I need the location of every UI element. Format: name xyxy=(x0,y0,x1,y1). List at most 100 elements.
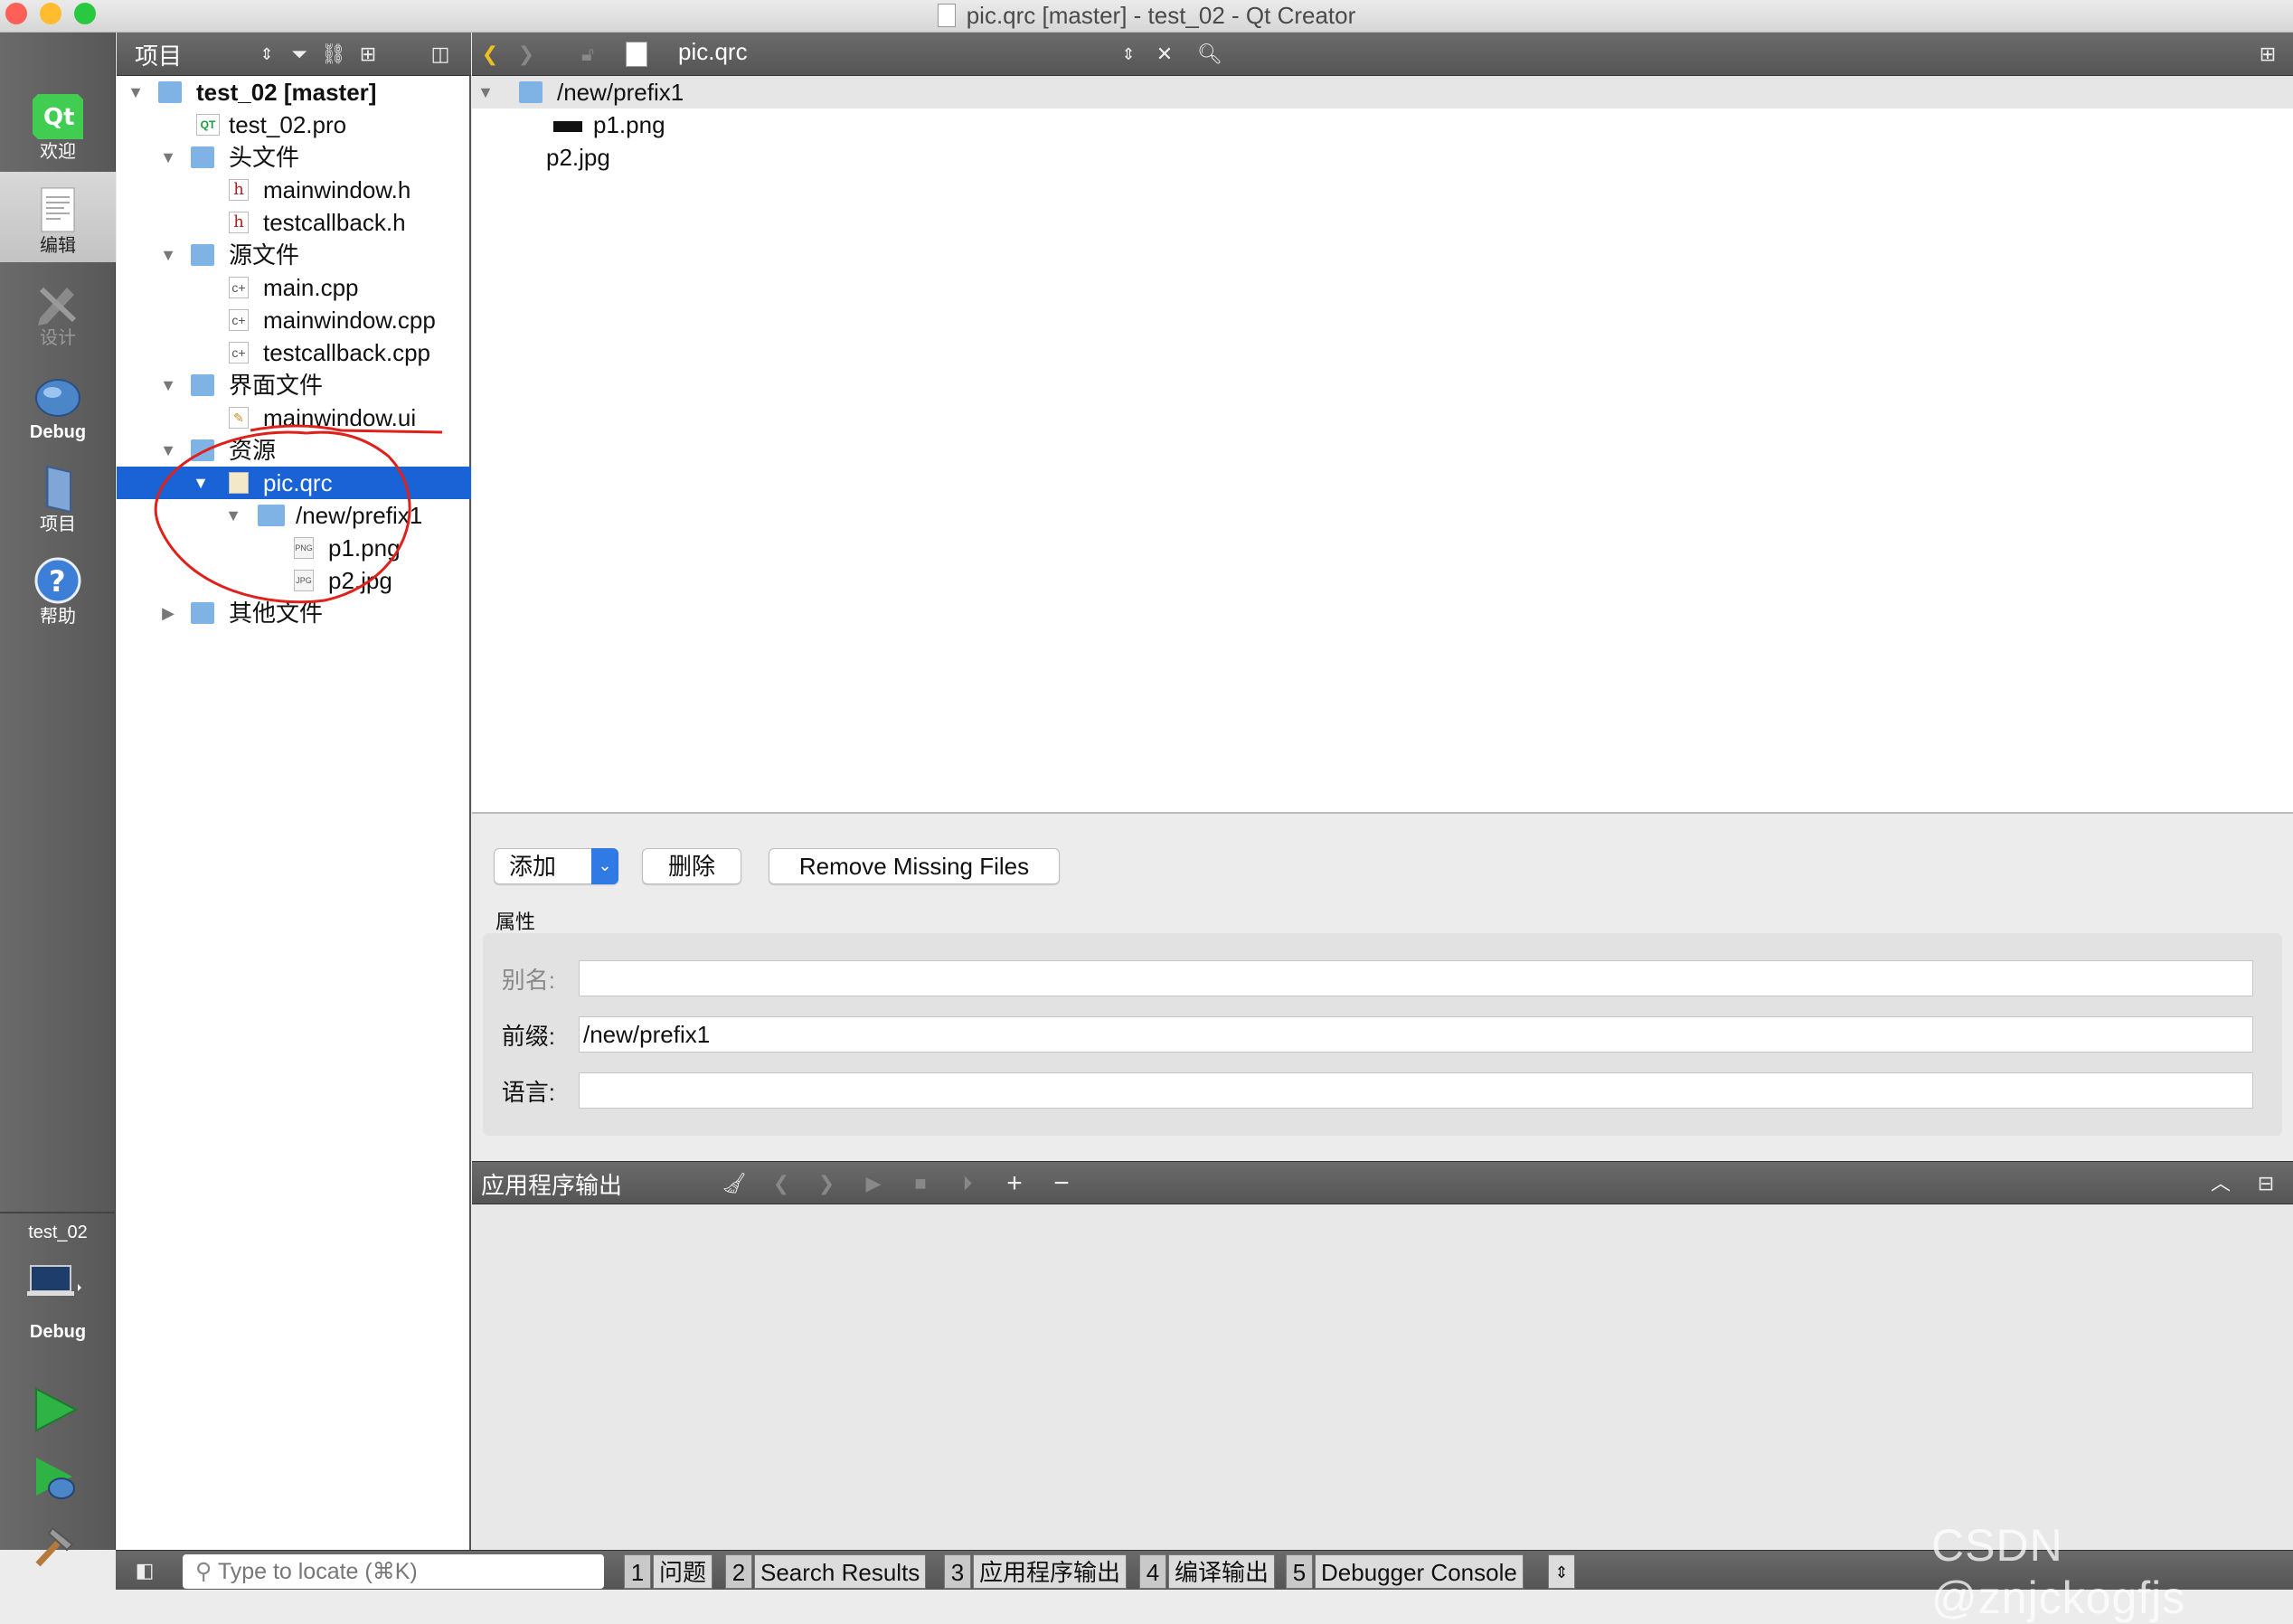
search-icon[interactable]: 🔍︎ xyxy=(1195,40,1224,69)
language-field[interactable] xyxy=(579,1072,2253,1109)
mode-label: 项目 xyxy=(40,515,76,534)
resource-file-row[interactable]: p2.jpg xyxy=(472,141,826,174)
minimize-window-button[interactable] xyxy=(40,3,61,24)
expand-arrow-icon[interactable]: ▼ xyxy=(476,76,495,109)
kit-build-label: Debug xyxy=(29,1322,87,1342)
laptop-icon xyxy=(27,1265,81,1296)
alias-field[interactable] xyxy=(579,960,2253,996)
window-title: pic.qrc [master] - test_02 - Qt Creator xyxy=(966,2,1356,29)
png-thumbnail-icon xyxy=(553,121,582,132)
clear-output-icon[interactable]: 🧹︎ xyxy=(720,1169,749,1198)
remove-button[interactable]: 删除 xyxy=(642,848,741,884)
add-button-label: 添加 xyxy=(509,853,557,880)
output-tab-compile-output[interactable]: 4 编译输出 xyxy=(1139,1554,1276,1589)
panel-selector[interactable]: 项目 xyxy=(135,38,182,71)
back-arrow-icon[interactable]: ❮ xyxy=(476,40,505,69)
output-pane-body xyxy=(472,1204,2293,1550)
project-book-icon xyxy=(45,465,71,514)
search-icon: ⚲ xyxy=(195,1559,212,1584)
mode-welcome[interactable]: Qt 欢迎 xyxy=(0,78,116,168)
up-down-chevron-icon[interactable]: ⇕ xyxy=(252,40,281,69)
mode-help[interactable]: ? 帮助 xyxy=(0,543,116,633)
help-icon: ? xyxy=(34,557,81,604)
debug-bug-icon xyxy=(35,379,80,417)
more-tabs-chevron-icon[interactable]: ⇕ xyxy=(1548,1554,1575,1589)
resource-prefix-row[interactable]: ▼ /new/prefix1 xyxy=(472,76,2293,109)
tab-label: 应用程序输出 xyxy=(973,1554,1128,1589)
mode-label: Debug xyxy=(29,422,87,442)
mode-projects[interactable]: 项目 xyxy=(0,450,116,541)
resource-tree-label: /new/prefix1 xyxy=(557,79,684,106)
close-window-button[interactable] xyxy=(5,3,27,24)
debug-run-button[interactable] xyxy=(31,1454,80,1503)
forward-arrow-icon[interactable]: ❯ xyxy=(512,40,541,69)
output-pane-header: 应用程序输出 🧹︎ ❮ ❯ ▶ ■ ⏵ + − ︿ ⊟ xyxy=(472,1161,2293,1204)
project-panel-header: 项目 ⇕ ⏷ ⛓ ⊞ ◫ xyxy=(117,33,471,76)
tab-number: 2 xyxy=(725,1554,752,1589)
resource-properties-pane: 添加 ⌄ 删除 Remove Missing Files 属性 别名: 前缀: … xyxy=(472,814,2293,1163)
chevron-down-icon[interactable]: ⌄ xyxy=(591,848,618,884)
mode-edit[interactable]: 编辑 xyxy=(0,172,116,262)
output-tab-debugger-console[interactable]: 5 Debugger Console xyxy=(1286,1554,1524,1589)
mode-label: 欢迎 xyxy=(40,142,76,162)
lock-icon: 🔓︎ xyxy=(580,42,595,65)
design-pencil-icon xyxy=(38,287,77,326)
filter-icon[interactable]: ⏷ xyxy=(285,40,314,69)
tab-label: 问题 xyxy=(653,1554,713,1589)
properties-title: 属性 xyxy=(495,911,536,933)
debug-run-icon xyxy=(36,1458,75,1499)
split-add-icon[interactable]: ⊞ xyxy=(354,40,382,69)
mode-bar: Qt 欢迎 编辑 设计 Debug 项目 ? 帮助 test_02 Debug xyxy=(0,33,116,1567)
locator-input[interactable]: ⚲ Type to locate (⌘K) xyxy=(183,1554,604,1589)
tab-label: 编译输出 xyxy=(1168,1554,1276,1589)
mode-debug[interactable]: Debug xyxy=(0,358,116,448)
resource-tree-label: p2.jpg xyxy=(546,144,610,171)
tab-number: 5 xyxy=(1286,1554,1313,1589)
rerun-icon[interactable]: ▶ xyxy=(859,1169,888,1198)
tab-label: Debugger Console xyxy=(1315,1554,1524,1589)
tab-number: 4 xyxy=(1139,1554,1166,1589)
next-item-icon[interactable]: ❯ xyxy=(812,1169,841,1198)
remove-missing-files-button[interactable]: Remove Missing Files xyxy=(769,848,1060,884)
prefix-field[interactable]: /new/prefix1 xyxy=(579,1016,2253,1053)
close-sidebar-icon[interactable]: ◫ xyxy=(426,40,455,69)
mode-design[interactable]: 设计 xyxy=(0,264,116,354)
attach-debugger-icon[interactable]: ⏵ xyxy=(953,1169,982,1198)
output-tab-issues[interactable]: 1 问题 xyxy=(624,1554,713,1589)
tab-number: 1 xyxy=(624,1554,651,1589)
previous-item-icon[interactable]: ❮ xyxy=(767,1169,796,1198)
prefix-folder-icon xyxy=(519,81,543,103)
output-tab-search-results[interactable]: 2 Search Results xyxy=(725,1554,927,1589)
resource-editor-tree: ▼ /new/prefix1 p1.png p2.jpg xyxy=(472,76,2293,814)
split-editor-icon[interactable]: ⊞ xyxy=(2253,40,2282,69)
locator-placeholder: Type to locate (⌘K) xyxy=(217,1559,418,1584)
kit-selector[interactable] xyxy=(27,1264,81,1298)
link-icon[interactable]: ⛓ xyxy=(319,40,348,69)
close-document-icon[interactable]: ✕ xyxy=(1150,40,1179,69)
stop-icon[interactable]: ■ xyxy=(906,1169,935,1198)
zoom-out-icon[interactable]: − xyxy=(1047,1169,1076,1198)
mode-label: 帮助 xyxy=(40,607,76,627)
qt-logo-icon: Qt xyxy=(33,94,83,139)
properties-group: 别名: 前缀: /new/prefix1 语言: xyxy=(483,933,2282,1136)
maximize-pane-icon[interactable]: ︿ xyxy=(2206,1169,2235,1198)
document-list-chevron-icon[interactable]: ⇕ xyxy=(1114,40,1143,69)
mode-label: 编辑 xyxy=(40,236,76,256)
output-tab-app-output[interactable]: 3 应用程序输出 xyxy=(944,1554,1128,1589)
hide-pane-icon[interactable]: ⊟ xyxy=(2251,1169,2280,1198)
run-button[interactable] xyxy=(31,1385,80,1434)
qrc-document-icon xyxy=(626,42,647,67)
resource-file-row[interactable]: p1.png xyxy=(472,109,826,141)
add-button[interactable]: 添加 ⌄ xyxy=(494,848,618,884)
title-bar: pic.qrc [master] - test_02 - Qt Creator xyxy=(0,0,2293,33)
alias-label: 别名: xyxy=(501,967,555,994)
edit-document-icon xyxy=(41,187,75,232)
editor-toolbar: ❮ ❯ 🔓︎ pic.qrc ⇕ ✕ 🔍︎ ⊞ xyxy=(472,33,2293,76)
toggle-sidebar-icon[interactable]: ◧ xyxy=(130,1556,159,1585)
zoom-window-button[interactable] xyxy=(74,3,96,24)
svg-text:Qt: Qt xyxy=(43,104,75,131)
build-button[interactable] xyxy=(31,1521,80,1570)
zoom-in-icon[interactable]: + xyxy=(1000,1169,1029,1198)
kit-project-label: test_02 xyxy=(28,1223,88,1242)
open-document-name[interactable]: pic.qrc xyxy=(678,38,748,66)
